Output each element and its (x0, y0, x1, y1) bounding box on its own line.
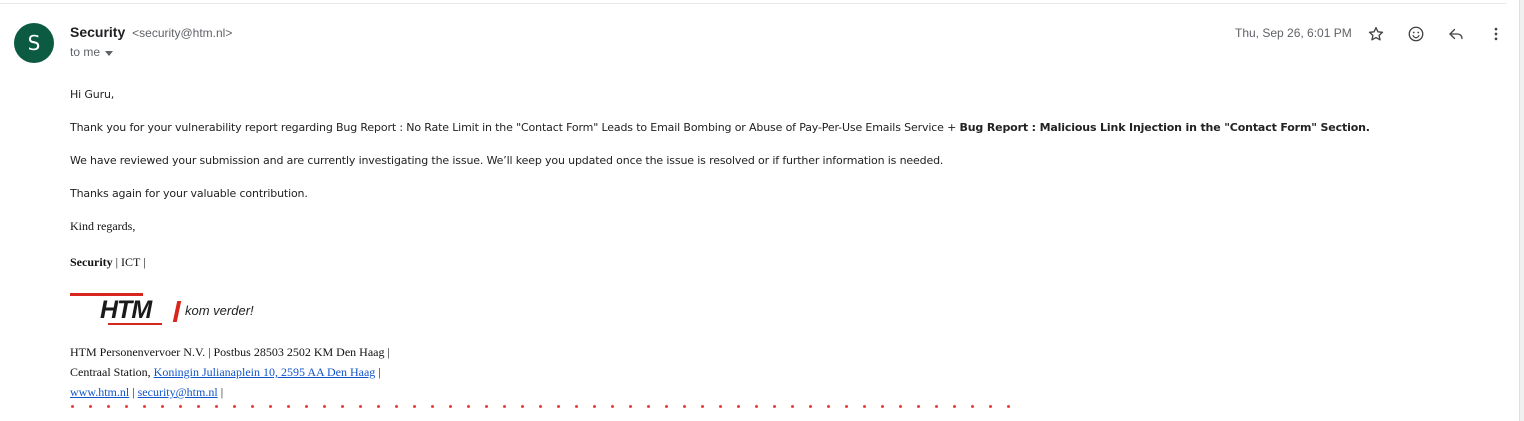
website-link[interactable]: www.htm.nl (70, 385, 129, 399)
address-prefix: Centraal Station, (70, 365, 154, 379)
divider-dot (539, 405, 542, 408)
divider-dot (665, 405, 668, 408)
scrollbar[interactable] (1519, 0, 1524, 421)
link-separator: | (129, 385, 138, 399)
divider-dot (953, 405, 956, 408)
divider-dot (143, 405, 146, 408)
star-icon[interactable] (1365, 23, 1387, 45)
divider-dot (503, 405, 506, 408)
divider-dot (863, 405, 866, 408)
paragraph-1-bold: Bug Report : Malicious Link Injection in… (959, 121, 1370, 134)
divider-dot (359, 405, 362, 408)
signature-name-line: Security | ICT | (70, 255, 146, 270)
divider-dot (899, 405, 902, 408)
divider-dot (935, 405, 938, 408)
divider-dot (233, 405, 236, 408)
divider-dot (629, 405, 632, 408)
divider-dot (611, 405, 614, 408)
divider-dot (161, 405, 164, 408)
divider-dot (737, 405, 740, 408)
sender-email: <security@htm.nl> (132, 26, 233, 40)
htm-logo: HTM kom verder! (70, 291, 270, 327)
divider-dot (701, 405, 704, 408)
avatar[interactable]: S (14, 23, 54, 63)
divider-dot (773, 405, 776, 408)
divider-dot (791, 405, 794, 408)
divider-dot (323, 405, 326, 408)
paragraph-1: Thank you for your vulnerability report … (70, 121, 1370, 134)
divider-dot (485, 405, 488, 408)
divider-dot (413, 405, 416, 408)
divider-dot (215, 405, 218, 408)
divider-dot (179, 405, 182, 408)
divider-dot (89, 405, 92, 408)
signature-name: Security (70, 255, 113, 269)
signature-line-1: HTM Personenvervoer N.V. | Postbus 28503… (70, 345, 390, 359)
top-divider (0, 3, 1506, 4)
recipient-details[interactable]: to me (70, 45, 114, 59)
divider-dot (755, 405, 758, 408)
divider-dot (647, 405, 650, 408)
divider-dot (557, 405, 560, 408)
address-suffix: | (375, 365, 381, 379)
divider-dot (809, 405, 812, 408)
divider-dot (305, 405, 308, 408)
divider-dot (431, 405, 434, 408)
address-link[interactable]: Koningin Julianaplein 10, 2595 AA Den Ha… (154, 365, 376, 379)
divider-dot (449, 405, 452, 408)
divider-dot (269, 405, 272, 408)
chevron-down-icon[interactable] (105, 50, 114, 56)
logo-wordmark: HTM (100, 296, 152, 324)
divider-dot (827, 405, 830, 408)
logo-underline (108, 323, 162, 325)
divider-dot (377, 405, 380, 408)
divider-dot (683, 405, 686, 408)
divider-dot (467, 405, 470, 408)
divider-dot (917, 405, 920, 408)
paragraph-2: We have reviewed your submission and are… (70, 154, 944, 167)
divider-dot (593, 405, 596, 408)
greeting: Hi Guru, (70, 88, 115, 101)
divider-dot (575, 405, 578, 408)
divider-dot (719, 405, 722, 408)
divider-dot (845, 405, 848, 408)
closing: Kind regards, (70, 219, 136, 233)
line-3-suffix: | (217, 385, 224, 399)
divider-dot (395, 405, 398, 408)
logo-slash (172, 301, 182, 322)
divider-dot (341, 405, 344, 408)
divider-dot (989, 405, 992, 408)
signature-dept: | ICT | (112, 255, 146, 269)
security-email-link[interactable]: security@htm.nl (138, 385, 218, 399)
divider-dot (107, 405, 110, 408)
signature-line-2: Centraal Station, Koningin Julianaplein … (70, 365, 381, 380)
paragraph-3: Thanks again for your valuable contribut… (70, 187, 308, 200)
from-line: Security <security@htm.nl> (70, 24, 232, 40)
divider-dot (881, 405, 884, 408)
divider-dot (521, 405, 524, 408)
dotted-divider (71, 405, 1010, 408)
to-label: to me (70, 45, 101, 59)
sender-name[interactable]: Security (70, 24, 125, 40)
signature-line-3: www.htm.nl | security@htm.nl | (70, 385, 223, 400)
logo-tagline: kom verder! (185, 303, 254, 318)
paragraph-1-text: Thank you for your vulnerability report … (70, 121, 960, 134)
reply-icon[interactable] (1445, 23, 1467, 45)
divider-dot (71, 405, 74, 408)
message-date: Thu, Sep 26, 6:01 PM (1235, 26, 1352, 40)
more-vert-icon[interactable] (1485, 23, 1507, 45)
divider-dot (971, 405, 974, 408)
emoji-icon[interactable] (1405, 23, 1427, 45)
divider-dot (287, 405, 290, 408)
divider-dot (125, 405, 128, 408)
divider-dot (1007, 405, 1010, 408)
divider-dot (251, 405, 254, 408)
divider-dot (197, 405, 200, 408)
